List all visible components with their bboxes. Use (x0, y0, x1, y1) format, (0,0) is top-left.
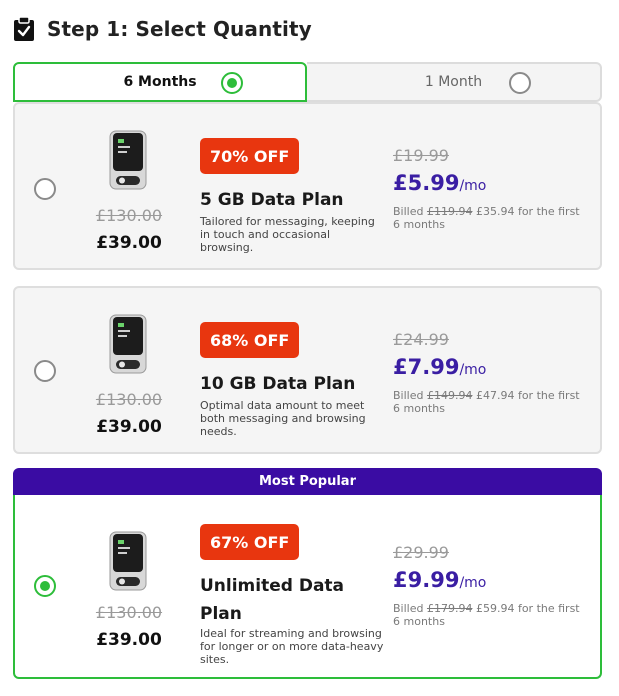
plan-card-unlimited[interactable]: £130.00 £39.00 67% OFF Unlimited Data Pl… (13, 495, 602, 679)
plan-name: Unlimited Data Plan (200, 576, 345, 624)
tab-6-months[interactable]: 6 Months (13, 62, 307, 102)
plan-radio-5gb[interactable] (34, 178, 56, 200)
per-month-suffix: /mo (459, 178, 487, 194)
discount-badge: 70% OFF (200, 138, 300, 174)
plan-description: Ideal for streaming and browsing for lon… (200, 627, 384, 666)
device-new-price: £39.00 (96, 233, 162, 253)
plan-radio-10gb[interactable] (34, 360, 56, 382)
tab-1-month[interactable]: 1 Month (307, 62, 602, 102)
clipboard-check-icon (14, 16, 34, 41)
monthly-old-price: £19.99 (393, 146, 449, 165)
plan-name: 5 GB Data Plan (200, 190, 344, 210)
monthly-old-price: £24.99 (393, 330, 449, 349)
monthly-old-price: £29.99 (393, 543, 449, 562)
discount-badge: 68% OFF (200, 322, 300, 358)
device-new-price: £39.00 (96, 417, 162, 437)
plan-name: 10 GB Data Plan (200, 374, 356, 394)
tab-radio-1-month[interactable] (509, 72, 531, 94)
billed-note: Billed £149.94 £47.94 for the first 6 mo… (393, 389, 588, 415)
plan-description: Optimal data amount to meet both messagi… (200, 399, 366, 438)
duration-tabs: 6 Months 1 Month (13, 62, 602, 102)
billed-prefix: Billed (393, 602, 427, 615)
monthly-price-value: £9.99 (393, 568, 460, 592)
mobile-wifi-device-icon (109, 130, 147, 190)
billed-old-total: £179.94 (426, 602, 473, 615)
most-popular-banner: Most Popular (13, 468, 602, 495)
device-old-price: £130.00 (95, 603, 163, 622)
billed-prefix: Billed (393, 205, 427, 218)
device-new-price: £39.00 (96, 630, 162, 650)
plan-radio-unlimited[interactable] (34, 575, 56, 597)
monthly-price-value: £5.99 (393, 171, 460, 195)
device-old-price: £130.00 (95, 390, 163, 409)
billed-old-total: £149.94 (426, 389, 473, 402)
plan-card-10gb[interactable]: £130.00 £39.00 68% OFF 10 GB Data Plan O… (13, 286, 602, 454)
monthly-price-value: £7.99 (393, 355, 460, 379)
monthly-price: £5.99/mo (393, 171, 486, 195)
tab-radio-6-months[interactable] (221, 72, 243, 94)
plan-description: Tailored for messaging, keeping in touch… (200, 215, 375, 254)
device-old-price: £130.00 (95, 206, 163, 225)
monthly-price: £7.99/mo (393, 355, 486, 379)
per-month-suffix: /mo (459, 575, 487, 591)
billed-prefix: Billed (393, 389, 427, 402)
step-header: Step 1: Select Quantity (13, 16, 312, 42)
plan-card-5gb[interactable]: £130.00 £39.00 70% OFF 5 GB Data Plan Ta… (13, 102, 602, 270)
page-title: Step 1: Select Quantity (47, 17, 312, 41)
billed-note: Billed £119.94 £35.94 for the first 6 mo… (393, 205, 588, 231)
mobile-wifi-device-icon (109, 531, 147, 591)
discount-badge: 67% OFF (200, 524, 300, 560)
monthly-price: £9.99/mo (393, 568, 486, 592)
billed-old-total: £119.94 (426, 205, 473, 218)
tab-label: 6 Months (123, 74, 197, 90)
tab-label: 1 Month (424, 74, 483, 90)
mobile-wifi-device-icon (109, 314, 147, 374)
per-month-suffix: /mo (459, 362, 487, 378)
billed-note: Billed £179.94 £59.94 for the first 6 mo… (393, 602, 588, 628)
